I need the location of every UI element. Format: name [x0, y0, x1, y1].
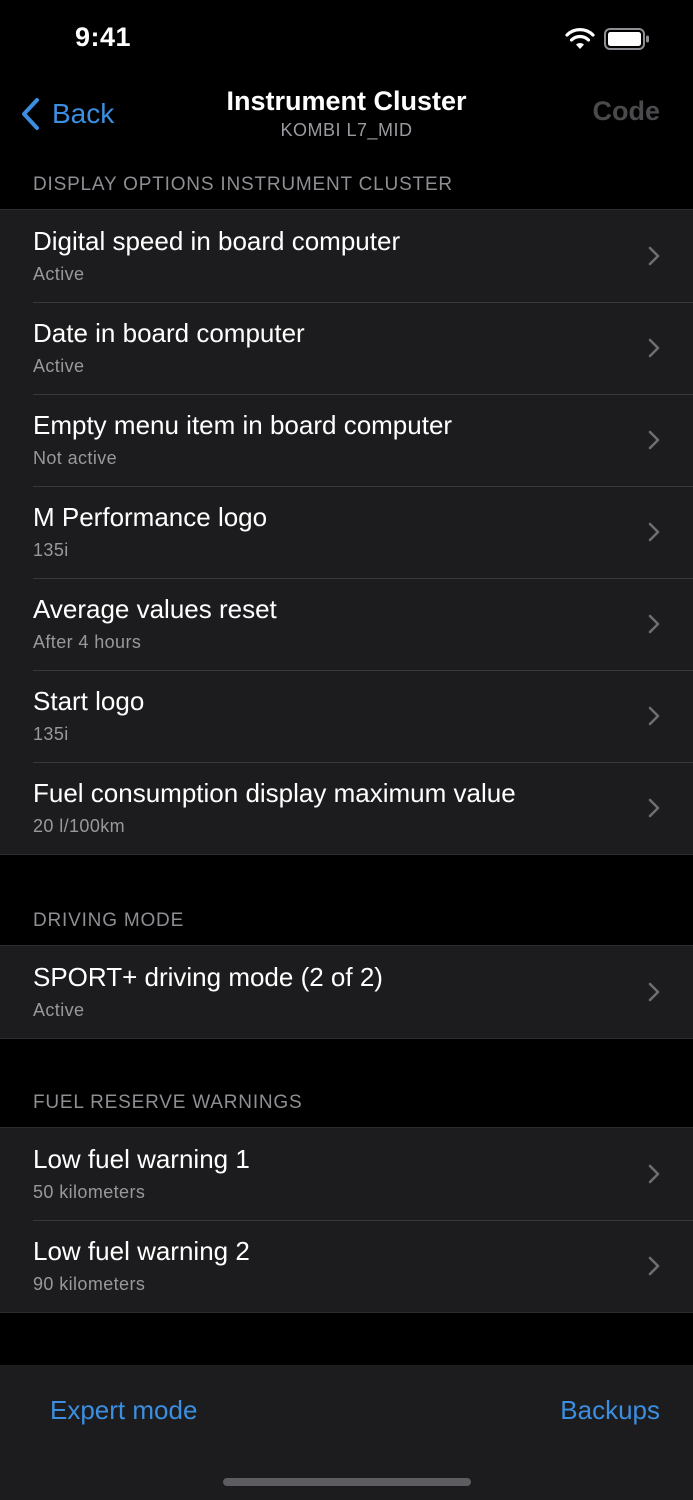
settings-group-fuel-reserve: Low fuel warning 1 50 kilometers Low fue… — [0, 1127, 693, 1313]
list-item-average-values-reset[interactable]: Average values reset After 4 hours — [0, 578, 693, 670]
list-item-value: 135i — [33, 724, 69, 744]
list-item-value: Active — [33, 264, 85, 284]
chevron-right-icon — [648, 522, 660, 542]
list-item-title: Empty menu item in board computer — [33, 410, 453, 440]
chevron-left-icon — [22, 98, 39, 130]
list-item-value: 90 kilometers — [33, 1274, 146, 1294]
list-item-title: Low fuel warning 2 — [33, 1236, 250, 1266]
list-item-value: After 4 hours — [33, 632, 142, 652]
list-item-title: SPORT+ driving mode (2 of 2) — [33, 962, 383, 992]
settings-group-display-options: Digital speed in board computer Active D… — [0, 209, 693, 855]
list-item-value: Active — [33, 1000, 85, 1020]
chevron-right-icon — [648, 1164, 660, 1184]
bottom-toolbar: Expert mode Backups — [0, 1365, 693, 1500]
list-item-digital-speed[interactable]: Digital speed in board computer Active — [0, 210, 693, 302]
chevron-right-icon — [648, 430, 660, 450]
navigation-bar: Instrument Cluster KOMBI L7_MID Back Cod… — [0, 80, 693, 168]
list-item-low-fuel-warning-1[interactable]: Low fuel warning 1 50 kilometers — [0, 1128, 693, 1220]
code-button[interactable]: Code — [593, 96, 661, 127]
list-item-value: 20 l/100km — [33, 816, 126, 836]
expert-mode-button[interactable]: Expert mode — [50, 1395, 197, 1426]
wifi-icon — [565, 28, 595, 49]
list-item-sport-plus-mode[interactable]: SPORT+ driving mode (2 of 2) Active — [0, 946, 693, 1038]
chevron-right-icon — [648, 246, 660, 266]
section-header-fuel-reserve: FUEL RESERVE WARNINGS — [33, 1092, 303, 1113]
list-item-value: 135i — [33, 540, 69, 560]
list-item-date[interactable]: Date in board computer Active — [0, 302, 693, 394]
chevron-right-icon — [648, 614, 660, 634]
battery-icon — [604, 28, 649, 50]
list-item-title: Start logo — [33, 686, 145, 716]
list-item-title: Digital speed in board computer — [33, 226, 401, 256]
section-header-driving-mode: DRIVING MODE — [33, 910, 185, 931]
list-item-value: Not active — [33, 448, 118, 468]
list-item-title: M Performance logo — [33, 502, 268, 532]
settings-group-driving-mode: SPORT+ driving mode (2 of 2) Active — [0, 945, 693, 1039]
list-item-fuel-consumption-max[interactable]: Fuel consumption display maximum value 2… — [0, 762, 693, 854]
list-item-empty-menu[interactable]: Empty menu item in board computer Not ac… — [0, 394, 693, 486]
back-button[interactable]: Back — [20, 94, 114, 134]
list-item-low-fuel-warning-2[interactable]: Low fuel warning 2 90 kilometers — [0, 1220, 693, 1312]
status-time: 9:41 — [75, 22, 132, 52]
home-indicator[interactable] — [223, 1478, 471, 1486]
status-bar: 9:41 — [0, 0, 693, 80]
chevron-right-icon — [648, 338, 660, 358]
list-item-title: Date in board computer — [33, 318, 305, 348]
list-item-title: Average values reset — [33, 594, 277, 624]
list-item-start-logo[interactable]: Start logo 135i — [0, 670, 693, 762]
section-header-display-options: DISPLAY OPTIONS INSTRUMENT CLUSTER — [33, 174, 453, 195]
chevron-right-icon — [648, 798, 660, 818]
chevron-right-icon — [648, 1256, 660, 1276]
list-item-title: Fuel consumption display maximum value — [33, 778, 516, 808]
list-item-m-performance-logo[interactable]: M Performance logo 135i — [0, 486, 693, 578]
list-item-value: Active — [33, 356, 85, 376]
chevron-right-icon — [648, 706, 660, 726]
list-item-title: Low fuel warning 1 — [33, 1144, 250, 1174]
chevron-right-icon — [648, 982, 660, 1002]
back-button-label: Back — [52, 98, 115, 129]
list-item-value: 50 kilometers — [33, 1182, 146, 1202]
backups-button[interactable]: Backups — [560, 1395, 660, 1426]
